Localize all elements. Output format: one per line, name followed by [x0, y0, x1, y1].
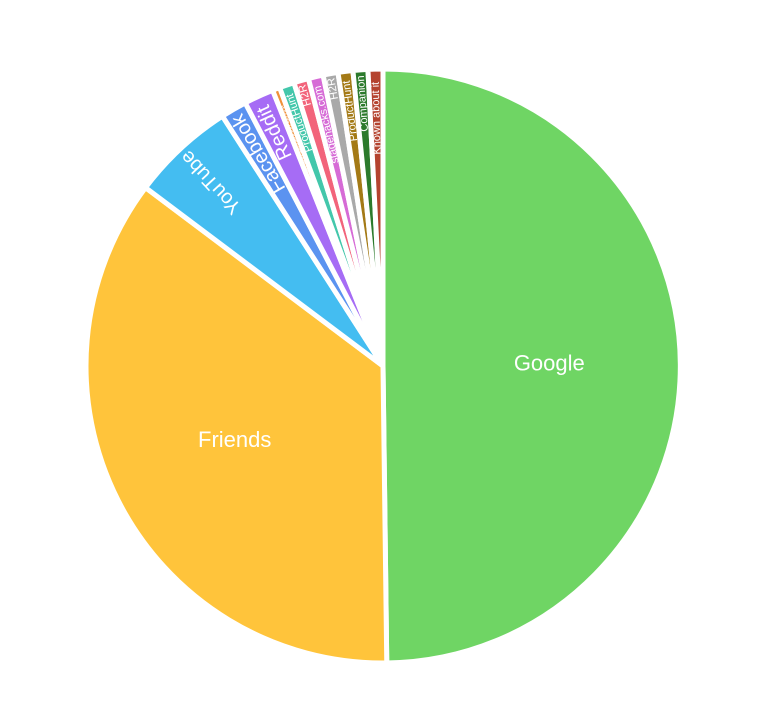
pie-label-google-0: Google — [514, 351, 585, 376]
pie-chart: GoogleFriendsYouTubeFacebookRedditAlread… — [83, 66, 683, 666]
pie-label-known-about-it-12: Known about it — [370, 82, 384, 155]
pie-label-friends-1: Friends — [198, 427, 271, 452]
pie-slices — [83, 66, 683, 666]
